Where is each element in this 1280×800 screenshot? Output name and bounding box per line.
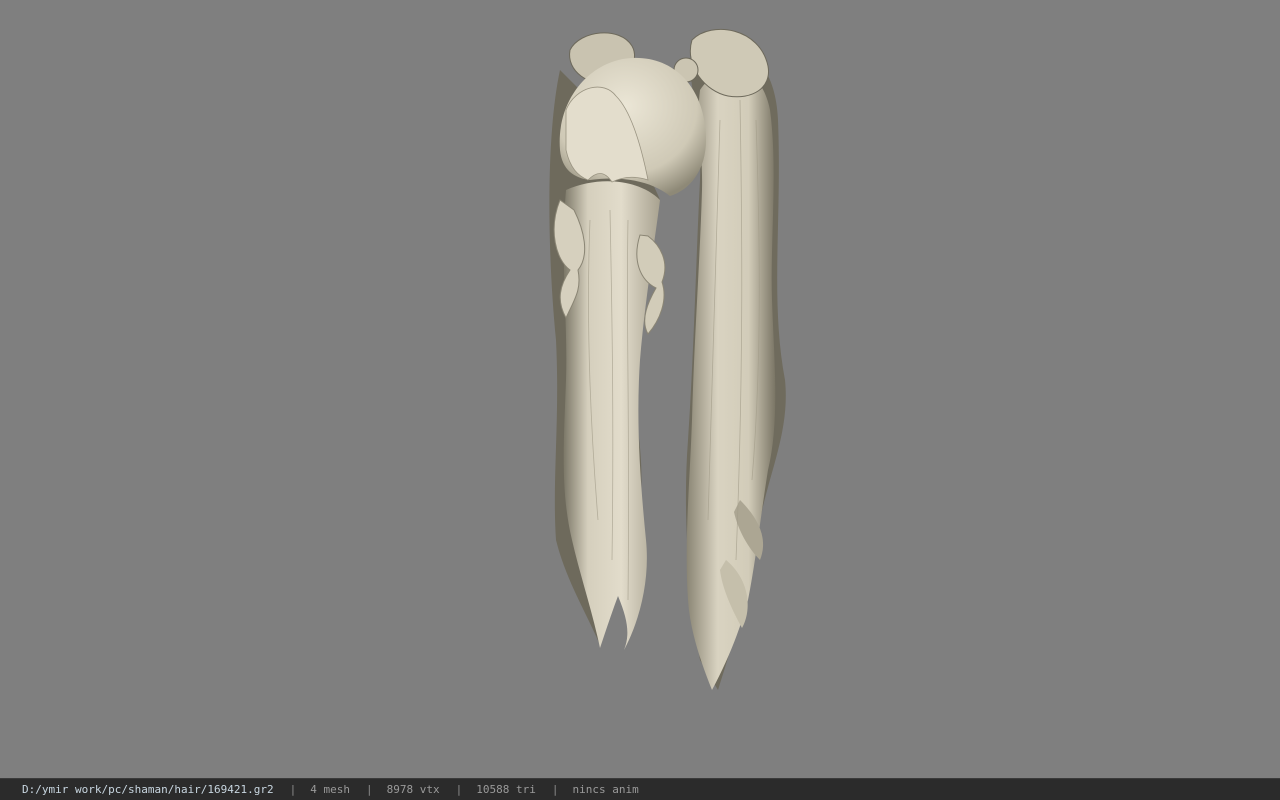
status-separator: |	[551, 783, 559, 796]
hair-model-render	[549, 28, 786, 690]
vertex-count: 8978 vtx	[386, 783, 440, 796]
status-separator: |	[455, 783, 463, 796]
file-path: D:/ymir work/pc/shaman/hair/169421.gr2	[22, 783, 274, 796]
status-separator: |	[366, 783, 373, 796]
status-separator: |	[289, 783, 297, 796]
animation-status: nincs anim	[572, 783, 639, 796]
triangle-count: 10588 tri	[476, 783, 536, 796]
3d-viewport[interactable]	[0, 0, 1280, 778]
status-bar: D:/ymir work/pc/shaman/hair/169421.gr2 |…	[0, 778, 1280, 800]
mesh-count: 4 mesh	[310, 783, 351, 796]
